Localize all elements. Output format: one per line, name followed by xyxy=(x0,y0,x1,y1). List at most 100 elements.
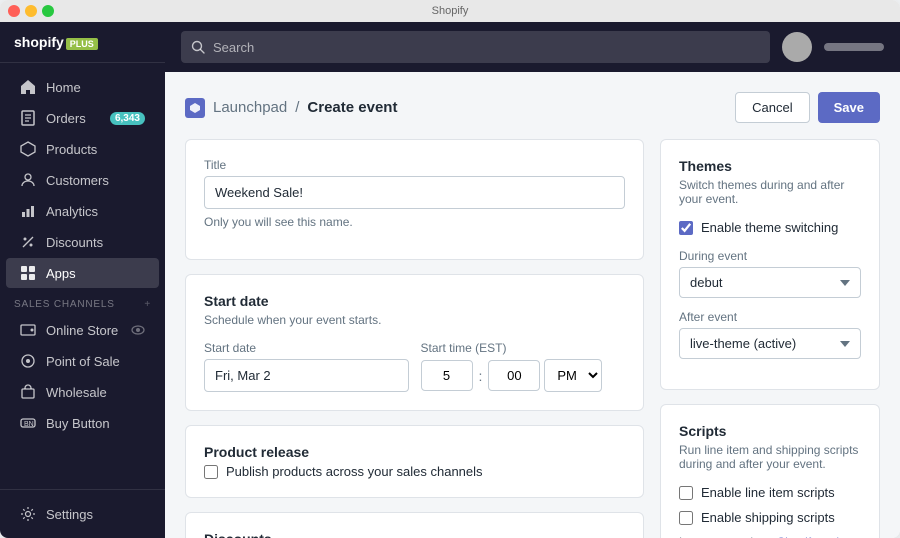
sidebar-item-label: Home xyxy=(46,80,81,95)
sidebar-item-online-store[interactable]: Online Store xyxy=(6,315,159,345)
sidebar-nav: Home Orders 6,343 Products xyxy=(0,63,165,489)
title-form-group: Title Only you will see this name. xyxy=(204,158,625,229)
after-event-label: After event xyxy=(679,310,861,324)
line-item-scripts-label[interactable]: Enable line item scripts xyxy=(679,485,861,500)
user-avatar xyxy=(782,32,812,62)
window-controls xyxy=(8,5,54,17)
themes-card: Themes Switch themes during and after yo… xyxy=(660,139,880,390)
sidebar-item-discounts[interactable]: Discounts xyxy=(6,227,159,257)
start-date-card: Start date Schedule when your event star… xyxy=(185,274,644,411)
start-date-field: Start date xyxy=(204,341,409,392)
products-icon xyxy=(20,141,36,157)
sidebar-item-settings[interactable]: Settings xyxy=(6,499,159,529)
themes-subtitle: Switch themes during and after your even… xyxy=(679,178,861,206)
close-button[interactable] xyxy=(8,5,20,17)
enable-theme-switching-checkbox[interactable] xyxy=(679,221,693,235)
header-actions: Cancel Save xyxy=(735,92,880,123)
sidebar-item-orders[interactable]: Orders 6,343 xyxy=(6,103,159,133)
orders-badge: 6,343 xyxy=(110,112,145,125)
ampm-select[interactable]: PM AM xyxy=(544,359,602,392)
launchpad-icon xyxy=(185,98,205,118)
publish-products-checkbox[interactable] xyxy=(204,465,218,479)
after-event-group: After event live-theme (active) xyxy=(679,310,861,359)
user-name-placeholder xyxy=(824,43,884,51)
scripts-title: Scripts xyxy=(679,423,861,439)
sidebar-item-wholesale[interactable]: Wholesale xyxy=(6,377,159,407)
sidebar-item-apps[interactable]: Apps xyxy=(6,258,159,288)
enable-theme-switching-text: Enable theme switching xyxy=(701,220,838,235)
apps-icon xyxy=(20,265,36,281)
logo-text: shopify xyxy=(14,34,64,50)
start-date-input[interactable] xyxy=(204,359,409,392)
during-event-select[interactable]: debut xyxy=(679,267,861,298)
home-icon xyxy=(20,79,36,95)
line-item-scripts-checkbox[interactable] xyxy=(679,486,693,500)
sidebar-item-buy-button[interactable]: BN Buy Button xyxy=(6,408,159,438)
add-channel-button[interactable]: + xyxy=(144,299,151,310)
after-event-select[interactable]: live-theme (active) xyxy=(679,328,861,359)
minute-input[interactable] xyxy=(488,360,540,391)
main-area: Launchpad / Create event Cancel Save xyxy=(165,22,900,538)
breadcrumb: Launchpad / Create event xyxy=(185,98,397,118)
title-input[interactable] xyxy=(204,176,625,209)
sidebar-item-label: Wholesale xyxy=(46,385,107,400)
sidebar-item-customers[interactable]: Customers xyxy=(6,165,159,195)
publish-products-checkbox-label[interactable]: Publish products across your sales chann… xyxy=(204,464,625,479)
sales-channels-section: SALES CHANNELS + xyxy=(0,289,165,314)
start-date-label: Start date xyxy=(204,341,409,355)
sidebar-logo: shopifyPLUS xyxy=(0,22,165,63)
shipping-scripts-checkbox[interactable] xyxy=(679,511,693,525)
title-label: Title xyxy=(204,158,625,172)
search-bar[interactable] xyxy=(181,31,770,63)
breadcrumb-current: Create event xyxy=(307,99,397,116)
cancel-button[interactable]: Cancel xyxy=(735,92,809,123)
online-store-icon xyxy=(20,322,36,338)
breadcrumb-separator: / xyxy=(295,99,299,116)
sidebar-item-products[interactable]: Products xyxy=(6,134,159,164)
product-release-card: Product release Publish products across … xyxy=(185,425,644,498)
title-bar: Shopify xyxy=(0,0,900,22)
sidebar-item-label: Orders xyxy=(46,111,86,126)
start-time-field: Start time (EST) : PM AM xyxy=(421,341,626,392)
analytics-icon xyxy=(20,203,36,219)
side-column: Themes Switch themes during and after yo… xyxy=(660,139,880,538)
sidebar-item-point-of-sale[interactable]: Point of Sale xyxy=(6,346,159,376)
line-item-scripts-text: Enable line item scripts xyxy=(701,485,835,500)
sidebar-item-label: Online Store xyxy=(46,323,118,338)
breadcrumb-parent[interactable]: Launchpad xyxy=(213,99,287,116)
discounts-title: Discounts xyxy=(204,531,625,538)
sidebar-bottom: Settings xyxy=(0,489,165,538)
sidebar-item-label: Products xyxy=(46,142,97,157)
search-icon xyxy=(191,40,205,54)
discounts-icon xyxy=(20,234,36,250)
start-date-title: Start date xyxy=(204,293,625,309)
hour-input[interactable] xyxy=(421,360,473,391)
settings-icon xyxy=(20,506,36,522)
point-of-sale-icon xyxy=(20,353,36,369)
scripts-card: Scripts Run line item and shipping scrip… xyxy=(660,404,880,538)
maximize-button[interactable] xyxy=(42,5,54,17)
discounts-card: Discounts Apply discounts to your produc… xyxy=(185,512,644,538)
minimize-button[interactable] xyxy=(25,5,37,17)
sidebar-item-label: Apps xyxy=(46,266,76,281)
sidebar-item-analytics[interactable]: Analytics xyxy=(6,196,159,226)
sidebar: shopifyPLUS Home Orders 6,343 xyxy=(0,22,165,538)
sidebar-item-label: Settings xyxy=(46,507,93,522)
sidebar-item-label: Point of Sale xyxy=(46,354,120,369)
sidebar-item-home[interactable]: Home xyxy=(6,72,159,102)
during-event-label: During event xyxy=(679,249,861,263)
svg-text:BN: BN xyxy=(24,421,34,428)
page-content: Launchpad / Create event Cancel Save xyxy=(165,72,900,538)
save-button[interactable]: Save xyxy=(818,92,880,123)
search-input[interactable] xyxy=(213,40,760,55)
shipping-scripts-label[interactable]: Enable shipping scripts xyxy=(679,510,861,525)
start-time-label: Start time (EST) xyxy=(421,341,626,355)
main-column: Title Only you will see this name. Start… xyxy=(185,139,644,538)
buy-button-icon: BN xyxy=(20,415,36,431)
enable-theme-switching-label[interactable]: Enable theme switching xyxy=(679,220,861,235)
wholesale-icon xyxy=(20,384,36,400)
time-colon: : xyxy=(477,368,485,384)
logo-plus: PLUS xyxy=(66,38,98,50)
publish-products-label: Publish products across your sales chann… xyxy=(226,464,483,479)
app-body: shopifyPLUS Home Orders 6,343 xyxy=(0,22,900,538)
